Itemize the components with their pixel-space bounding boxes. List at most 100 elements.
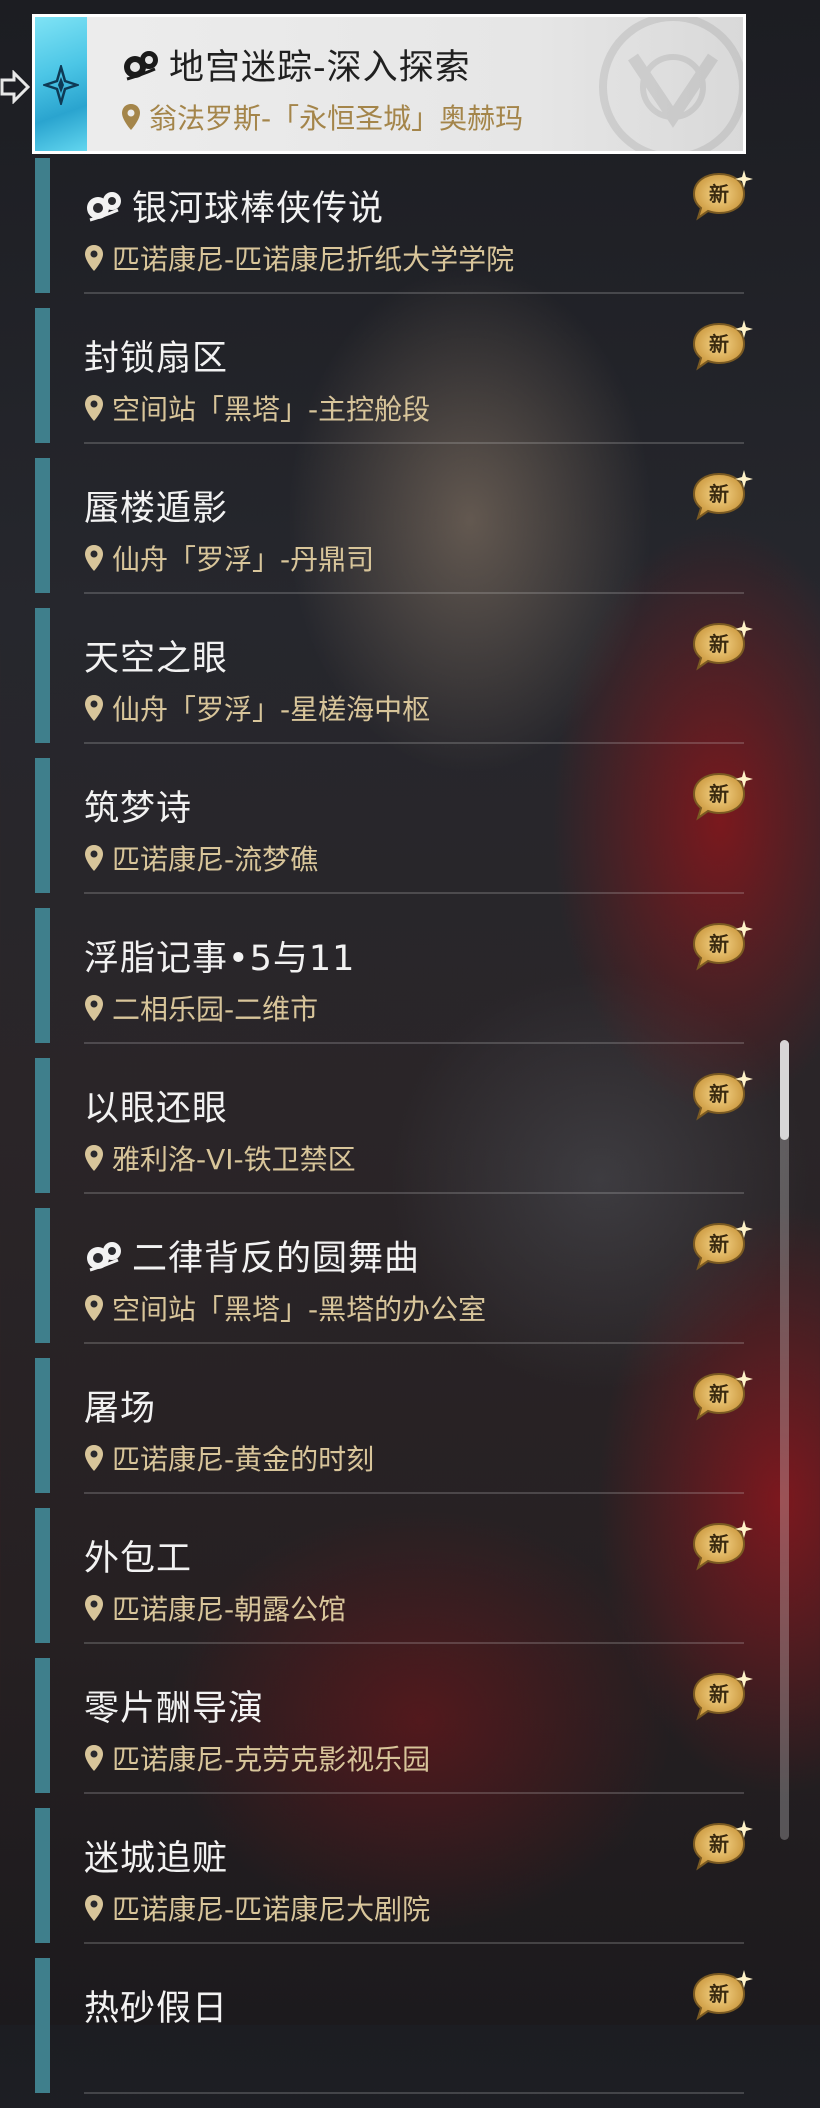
new-badge-icon: 新	[690, 618, 754, 674]
mission-title: 以眼还眼	[84, 1080, 228, 1131]
mission-location-text: 仙舟「罗浮」-丹鼎司	[112, 543, 375, 576]
mission-divider	[84, 1492, 744, 1494]
new-badge-label: 新	[709, 932, 729, 956]
mission-title-text: 屠场	[84, 1389, 157, 1429]
mission-list-item[interactable]: 封锁扇区空间站「黑塔」-主控舱段 新	[0, 308, 820, 458]
mission-divider	[84, 1192, 744, 1194]
new-badge-icon: 新	[690, 1368, 754, 1424]
mission-list-item[interactable]: 热砂假日 新	[0, 1958, 820, 2108]
mission-title-text: 以眼还眼	[84, 1089, 229, 1129]
mission-location-text: 匹诺康尼-黄金的时刻	[112, 1443, 375, 1476]
mission-divider	[84, 1942, 744, 1944]
mission-list-item[interactable]: 屠场匹诺康尼-黄金的时刻 新	[0, 1358, 820, 1508]
mission-title: 蜃楼遁影	[84, 480, 228, 531]
mission-list-item[interactable]: 蜃楼遁影仙舟「罗浮」-丹鼎司 新	[0, 458, 820, 608]
mission-location: 仙舟「罗浮」-星槎海中枢	[84, 688, 430, 728]
mission-indicator-bar	[35, 1658, 50, 1793]
mission-title-text: 筑梦诗	[84, 789, 193, 829]
selected-mission-card[interactable]: 地宫迷踪-深入探索 翁法罗斯-「永恒圣城」奥赫玛	[32, 14, 746, 154]
mission-title: 二律背反的圆舞曲	[84, 1230, 420, 1281]
new-badge-icon: 新	[690, 918, 754, 974]
mission-list-item[interactable]: 二律背反的圆舞曲空间站「黑塔」-黑塔的办公室 新	[0, 1208, 820, 1358]
mission-list-item[interactable]: 迷城追赃匹诺康尼-匹诺康尼大剧院 新	[0, 1808, 820, 1958]
location-pin-icon	[85, 695, 103, 721]
scrollbar-track[interactable]	[780, 1040, 789, 1840]
mission-title: 外包工	[84, 1530, 192, 1581]
mission-location: 空间站「黑塔」-黑塔的办公室	[84, 1288, 486, 1328]
new-badge-label: 新	[709, 1832, 729, 1856]
mission-list-item[interactable]: 以眼还眼 雅利洛-VI-铁卫禁区 新	[0, 1058, 820, 1208]
location-pin-icon	[85, 845, 103, 871]
mission-location: 仙舟「罗浮」-丹鼎司	[84, 538, 374, 578]
mission-location: 匹诺康尼-匹诺康尼大剧院	[84, 1888, 430, 1928]
new-badge-icon: 新	[690, 1818, 754, 1874]
mission-list-item[interactable]: 筑梦诗匹诺康尼-流梦礁 新	[0, 758, 820, 908]
new-badge-icon: 新	[690, 168, 754, 224]
location-pin-icon	[85, 395, 103, 421]
mission-location: 空间站「黑塔」-主控舱段	[84, 388, 430, 428]
mission-location: 匹诺康尼-流梦礁	[84, 838, 318, 878]
swirl-icon	[124, 50, 158, 80]
location-pin-icon	[85, 1595, 103, 1621]
mission-title-text: 银河球棒侠传说	[132, 189, 385, 229]
mission-list-item[interactable]: 浮脂记事•5与11 二相乐园-二维市 新	[0, 908, 820, 1058]
new-badge-label: 新	[709, 782, 729, 806]
new-badge-icon: 新	[690, 768, 754, 824]
new-badge-icon: 新	[690, 1068, 754, 1124]
diamond-star-icon	[43, 65, 79, 105]
mission-indicator-bar	[35, 608, 50, 743]
new-badge-icon: 新	[690, 1968, 754, 2024]
new-badge-icon: 新	[690, 1518, 754, 1574]
mission-location: 二相乐园-二维市	[84, 988, 318, 1028]
mission-title-text: 二律背反的圆舞曲	[132, 1239, 421, 1279]
new-badge-label: 新	[709, 1982, 729, 2006]
mission-title: 屠场	[84, 1380, 156, 1431]
mission-title-text: 迷城追赃	[84, 1839, 229, 1879]
scrollbar-thumb[interactable]	[780, 1040, 789, 1140]
new-badge-label: 新	[709, 632, 729, 656]
mission-divider	[84, 892, 744, 894]
location-pin-icon	[85, 245, 103, 271]
mission-title-text: 蜃楼遁影	[84, 489, 229, 529]
mission-title: 热砂假日	[84, 1980, 228, 2031]
mission-location-text: 二相乐园-二维市	[112, 993, 319, 1026]
mission-title: 零片酬导演	[84, 1680, 264, 1731]
mission-indicator-bar	[35, 1358, 50, 1493]
mission-title: 银河球棒侠传说	[84, 180, 384, 231]
location-pin-icon	[85, 545, 103, 571]
mission-divider	[84, 742, 744, 744]
mission-list-item[interactable]: 外包工匹诺康尼-朝露公馆 新	[0, 1508, 820, 1658]
mission-location: 匹诺康尼-黄金的时刻	[84, 1438, 374, 1478]
mission-indicator-bar	[35, 308, 50, 443]
new-badge-icon: 新	[690, 1218, 754, 1274]
mission-location: 匹诺康尼-匹诺康尼折纸大学学院	[84, 238, 514, 278]
mission-divider	[84, 1642, 744, 1644]
selected-indicator-bar	[35, 17, 87, 151]
mission-divider	[84, 592, 744, 594]
mission-divider	[84, 292, 744, 294]
mission-title-text: 零片酬导演	[84, 1689, 265, 1729]
mission-list-item[interactable]: 零片酬导演 匹诺康尼-克劳克影视乐园 新	[0, 1658, 820, 1808]
mission-list-item[interactable]: 银河球棒侠传说匹诺康尼-匹诺康尼折纸大学学院 新	[0, 158, 820, 308]
new-badge-icon: 新	[690, 318, 754, 374]
selected-mission-title-text: 地宫迷踪-深入探索	[169, 48, 471, 88]
mission-title: 浮脂记事•5与11	[84, 930, 355, 981]
location-pin-icon	[85, 1295, 103, 1321]
mission-title-text: 浮脂记事•5与11	[84, 939, 356, 979]
mission-indicator-bar	[35, 458, 50, 593]
mission-list-item[interactable]: 天空之眼 仙舟「罗浮」-星槎海中枢 新	[0, 608, 820, 758]
mission-indicator-bar	[35, 1508, 50, 1643]
mission-location: 匹诺康尼-朝露公馆	[84, 1588, 346, 1628]
mission-indicator-bar	[35, 1808, 50, 1943]
new-badge-label: 新	[709, 1232, 729, 1256]
mission-title-text: 封锁扇区	[84, 339, 229, 379]
mission-title: 筑梦诗	[84, 780, 192, 831]
selected-mission-title: 地宫迷踪-深入探索	[121, 39, 471, 90]
mission-indicator-bar	[35, 908, 50, 1043]
new-badge-label: 新	[709, 1382, 729, 1406]
mission-location-text: 仙舟「罗浮」-星槎海中枢	[112, 693, 431, 726]
location-pin-icon	[85, 1445, 103, 1471]
new-badge-icon: 新	[690, 468, 754, 524]
new-badge-label: 新	[709, 1082, 729, 1106]
mission-indicator-bar	[35, 158, 50, 293]
